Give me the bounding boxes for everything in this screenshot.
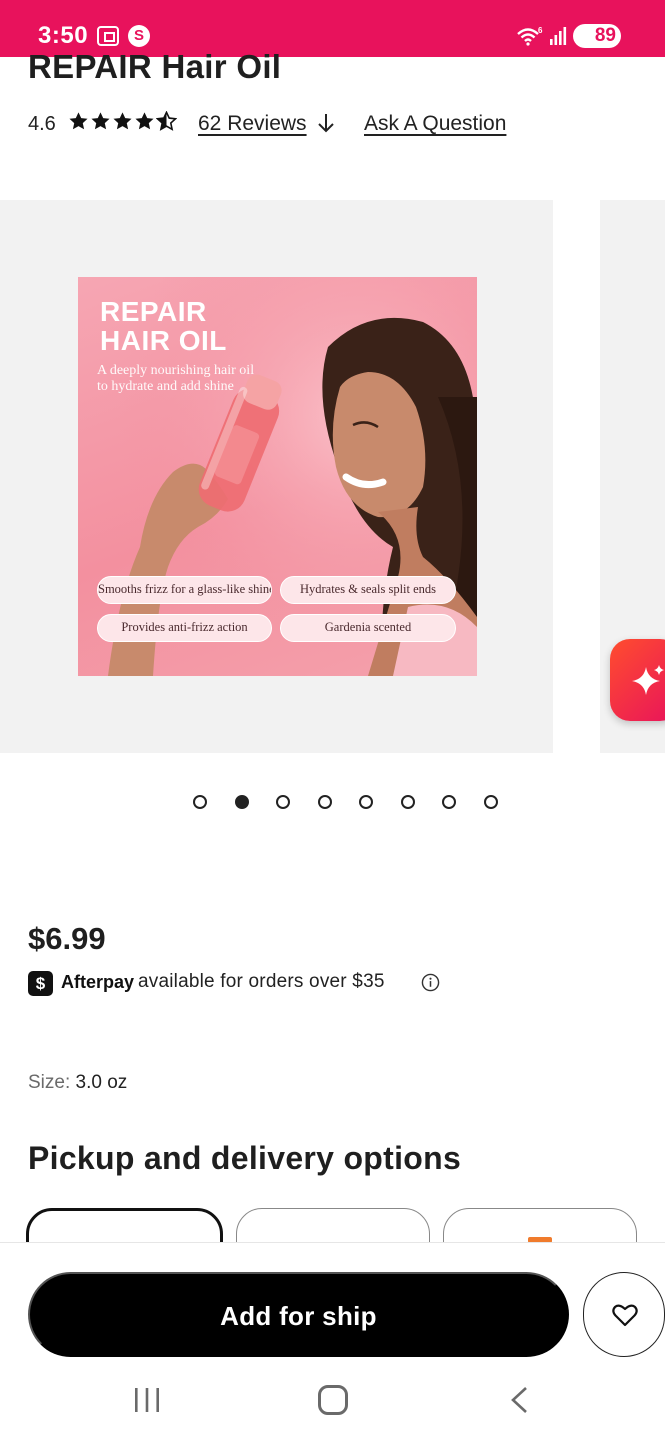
- afterpay-brand: Afterpay: [61, 972, 135, 992]
- signal-icon: [550, 27, 567, 45]
- carousel-dot[interactable]: [193, 795, 207, 809]
- image-subtitle: A deeply nourishing hair oil to hydrate …: [97, 363, 255, 394]
- wishlist-button[interactable]: [583, 1272, 665, 1357]
- info-icon[interactable]: [421, 973, 440, 992]
- image-feature-pill: Gardenia scented: [280, 614, 456, 642]
- back-icon[interactable]: [508, 1386, 530, 1414]
- afterpay-row: $ Afterpay available for orders over $35: [28, 968, 528, 996]
- bottom-action-bar: Add for ship: [0, 1242, 665, 1440]
- ai-assistant-button[interactable]: [610, 639, 665, 721]
- ask-question-link[interactable]: Ask A Question: [364, 112, 506, 136]
- image-feature-pill: Provides anti-frizz action: [97, 614, 272, 642]
- product-price: $6.99: [28, 921, 106, 956]
- image-headline-line: REPAIR: [100, 296, 207, 327]
- image-feature-pill: Hydrates & seals split ends: [280, 576, 456, 604]
- carousel-dot[interactable]: [359, 795, 373, 809]
- star-icon: [113, 112, 132, 130]
- wifi-icon: 6: [517, 26, 543, 46]
- pickup-heading: Pickup and delivery options: [28, 1140, 462, 1176]
- product-title: REPAIR Hair Oil: [28, 48, 282, 85]
- image-headline: REPAIR HAIR OIL: [100, 297, 227, 355]
- screenshot-icon: [97, 26, 119, 46]
- rating-value: 4.6: [28, 113, 56, 135]
- arrow-down-icon[interactable]: [316, 112, 336, 134]
- dollar-sign-icon: $: [28, 971, 53, 996]
- carousel-dot[interactable]: [483, 795, 498, 809]
- app-notification-icon: S: [128, 25, 150, 47]
- image-feature-pill: Smooths frizz for a glass-like shine: [97, 576, 272, 604]
- star-icon: [91, 112, 110, 130]
- product-image[interactable]: REPAIR HAIR OIL A deeply nourishing hair…: [78, 277, 477, 676]
- reviews-link[interactable]: 62 Reviews: [198, 112, 307, 136]
- carousel-dot-active[interactable]: [234, 795, 249, 809]
- star-half-icon: [156, 111, 177, 131]
- rating-row: 4.6 62 Reviews Ask A Question: [28, 108, 648, 140]
- size-row: Size: 3.0 oz: [28, 1072, 127, 1094]
- carousel-dot[interactable]: [400, 795, 415, 809]
- carousel-slide[interactable]: REPAIR HAIR OIL A deeply nourishing hair…: [0, 200, 553, 753]
- heart-icon: [612, 1304, 638, 1327]
- svg-text:6: 6: [538, 26, 543, 35]
- size-label: Size:: [28, 1072, 71, 1093]
- battery-indicator: 89: [573, 24, 621, 48]
- status-time: 3:50: [38, 22, 89, 49]
- afterpay-text: available for orders over $35: [138, 971, 385, 992]
- recent-apps-icon[interactable]: [133, 1387, 161, 1413]
- carousel-dot[interactable]: [317, 795, 332, 809]
- rating-stars: [68, 111, 177, 132]
- star-icon: [135, 112, 154, 130]
- star-icon: [69, 112, 88, 130]
- home-icon[interactable]: [318, 1385, 348, 1415]
- image-carousel[interactable]: REPAIR HAIR OIL A deeply nourishing hair…: [0, 200, 665, 753]
- size-value: 3.0 oz: [75, 1072, 128, 1093]
- sparkle-icon: [632, 665, 664, 695]
- add-to-cart-button[interactable]: Add for ship: [28, 1272, 569, 1357]
- carousel-dot[interactable]: [442, 795, 456, 809]
- carousel-dot[interactable]: [276, 795, 290, 809]
- carousel-indicators: [193, 795, 498, 809]
- image-headline-line: HAIR OIL: [100, 325, 227, 356]
